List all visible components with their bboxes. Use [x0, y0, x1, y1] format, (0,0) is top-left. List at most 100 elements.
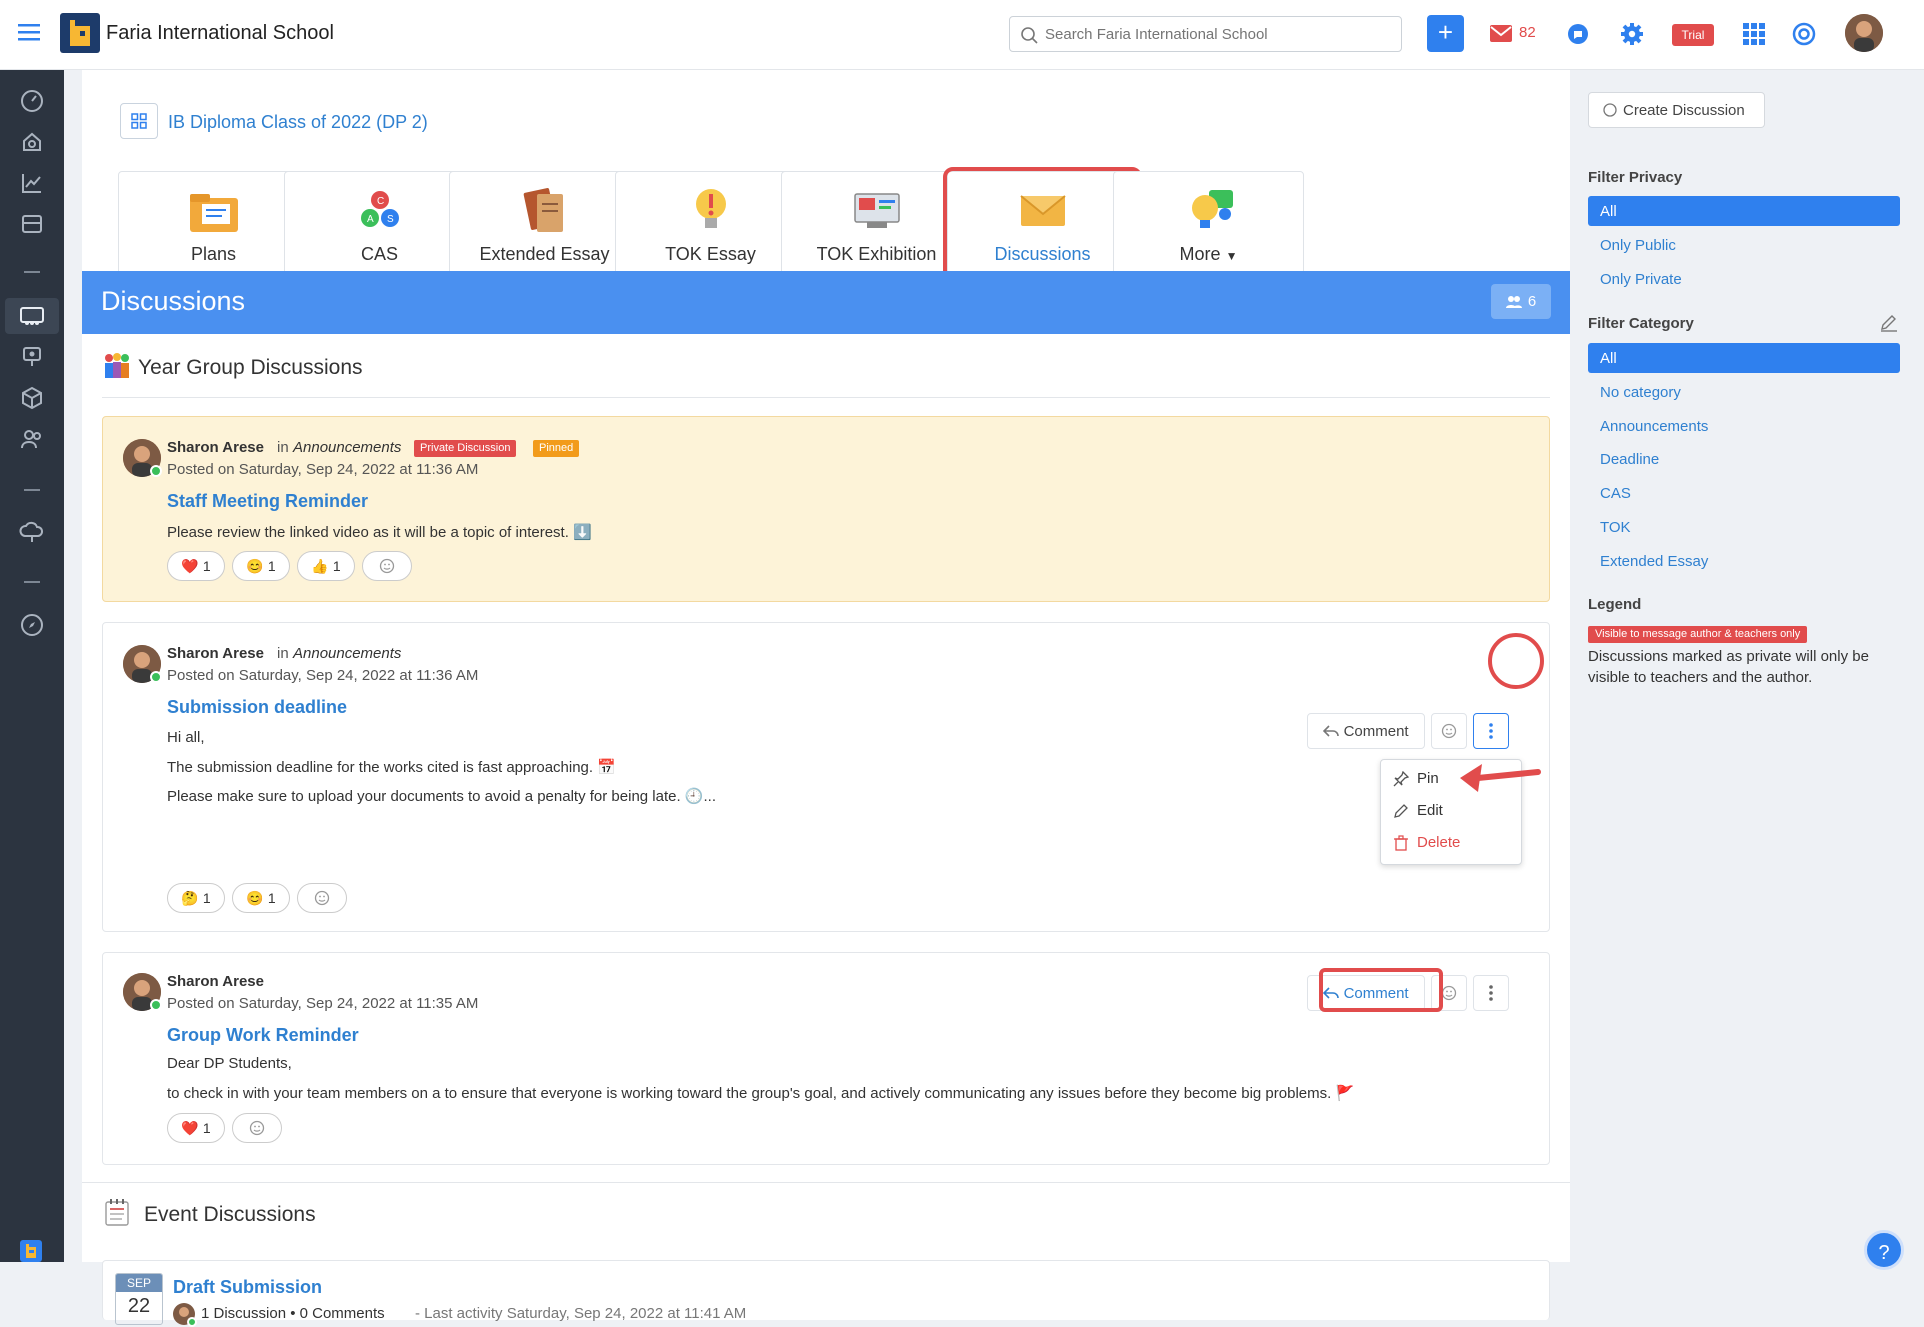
help-question-icon[interactable]: ? [1864, 1230, 1904, 1270]
privacy-option-private[interactable]: Only Private [1588, 264, 1900, 294]
online-status-dot [150, 671, 162, 683]
author-name[interactable]: Sharon Arese [167, 645, 264, 662]
add-emoji-icon [1441, 985, 1457, 1001]
cube-icon[interactable] [17, 383, 47, 413]
inbox-tray-icon[interactable] [17, 209, 47, 239]
post-body-line: Hi all, [167, 729, 205, 746]
menu-item-pin[interactable]: Pin [1393, 770, 1439, 787]
cloud-network-icon[interactable] [17, 517, 47, 547]
apps-grid-icon[interactable] [1743, 23, 1765, 45]
trial-badge[interactable]: Trial [1672, 24, 1714, 46]
category-label[interactable]: Announcements [293, 645, 401, 662]
more-options-button[interactable] [1473, 975, 1509, 1011]
event-month: SEP [116, 1274, 162, 1292]
more-options-highlight [1488, 633, 1544, 689]
tile-plans[interactable]: Plans [118, 171, 309, 280]
comment-button[interactable]: Comment [1307, 713, 1425, 749]
reaction-thumbs-up[interactable]: 👍 1 [297, 551, 355, 581]
post-body-line: to check in with your team members on a … [167, 1085, 1355, 1102]
class-name-link[interactable]: IB Diploma Class of 2022 (DP 2) [168, 112, 428, 133]
reaction-heart[interactable]: ❤️ 1 [167, 1113, 225, 1143]
privacy-option-public[interactable]: Only Public [1588, 230, 1900, 260]
discussion-post[interactable]: Sharon Arese in Announcements Private Di… [102, 416, 1550, 602]
author-name[interactable]: Sharon Arese [167, 439, 264, 456]
gear-icon[interactable] [1620, 22, 1644, 46]
edit-categories-pencil-icon[interactable] [1880, 314, 1898, 332]
add-reaction-button[interactable] [362, 551, 412, 581]
tile-tok-essay[interactable]: TOK Essay [615, 171, 806, 280]
event-title[interactable]: Draft Submission [173, 1277, 322, 1298]
compass-icon[interactable] [17, 610, 47, 640]
chat-icon[interactable] [1566, 22, 1590, 46]
event-discussion-item[interactable]: SEP 22 Draft Submission 1 Discussion • 0… [102, 1260, 1550, 1327]
search-input[interactable] [1045, 23, 1390, 45]
category-option[interactable]: CAS [1588, 478, 1900, 508]
svg-text:A: A [367, 214, 374, 225]
school-logo[interactable] [60, 13, 100, 53]
post-title[interactable]: Submission deadline [167, 697, 347, 718]
members-button[interactable]: 6 [1491, 284, 1551, 319]
search-box[interactable] [1009, 16, 1402, 52]
people-icon[interactable] [17, 424, 47, 454]
class-grid-icon[interactable] [120, 103, 158, 139]
tile-more[interactable]: More ▼ [1113, 171, 1304, 280]
category-option[interactable]: Extended Essay [1588, 546, 1900, 576]
faria-footer-logo-icon[interactable] [20, 1240, 42, 1262]
vertical-dots-icon [1489, 985, 1493, 1001]
author-name[interactable]: Sharon Arese [167, 973, 264, 990]
category-label[interactable]: Announcements [293, 439, 401, 456]
reaction-emoji: 👍 [311, 557, 329, 574]
category-option[interactable]: No category [1588, 377, 1900, 407]
user-avatar[interactable] [1845, 14, 1883, 52]
add-reaction-button[interactable] [232, 1113, 282, 1143]
category-option[interactable]: TOK [1588, 512, 1900, 542]
privacy-option-all[interactable]: All [1588, 196, 1900, 226]
tile-cas[interactable]: CAS CAS [284, 171, 475, 280]
post-title[interactable]: Staff Meeting Reminder [167, 491, 368, 512]
reaction-emoji: 😊 [246, 889, 264, 906]
reaction-heart[interactable]: ❤️ 1 [167, 551, 225, 581]
posted-date: Posted on Saturday, Sep 24, 2022 at 11:3… [167, 667, 479, 684]
category-option-all[interactable]: All [1588, 343, 1900, 373]
lightbulb-icon [683, 186, 739, 236]
reaction-thinking[interactable]: 🤔 1 [167, 883, 225, 913]
create-discussion-button[interactable]: Create Discussion [1588, 92, 1765, 128]
legend-text: Discussions marked as private will only … [1588, 648, 1869, 686]
post-body-line: Please make sure to upload your document… [167, 788, 716, 805]
post-title[interactable]: Group Work Reminder [167, 1025, 359, 1046]
help-lifebuoy-icon[interactable] [1792, 22, 1816, 46]
analytics-chart-icon[interactable] [17, 168, 47, 198]
reaction-smile[interactable]: 😊 1 [232, 551, 290, 581]
hamburger-menu-icon[interactable] [18, 22, 40, 42]
menu-item-delete[interactable]: Delete [1393, 834, 1460, 851]
svg-text:C: C [377, 196, 384, 207]
mail-icon[interactable] [1490, 25, 1512, 42]
classes-board-icon[interactable] [17, 301, 47, 331]
post-body-line: Dear DP Students, [167, 1055, 292, 1072]
reaction-count: 1 [202, 558, 211, 574]
filter-category-heading: Filter Category [1588, 315, 1694, 332]
discussions-banner: Discussions 6 [82, 271, 1570, 334]
reaction-smile[interactable]: 😊 1 [232, 883, 290, 913]
dashboard-gauge-icon[interactable] [17, 86, 47, 116]
react-button[interactable] [1431, 713, 1467, 749]
ideas-bulb-icon [1181, 186, 1237, 236]
post-body-line: The submission deadline for the works ci… [167, 759, 616, 776]
more-options-button[interactable] [1473, 713, 1509, 749]
home-icon[interactable] [17, 127, 47, 157]
create-discussion-label: Create Discussion [1623, 101, 1745, 119]
menu-item-label: Edit [1417, 802, 1443, 819]
category-option[interactable]: Deadline [1588, 444, 1900, 474]
add-button[interactable]: + [1427, 15, 1464, 52]
category-option[interactable]: Announcements [1588, 411, 1900, 441]
mail-count[interactable]: 82 [1519, 24, 1536, 41]
tile-extended-essay[interactable]: Extended Essay [449, 171, 640, 280]
comment-label: Comment [1343, 722, 1409, 740]
menu-item-edit[interactable]: Edit [1393, 802, 1443, 819]
discussion-post[interactable]: Sharon Arese in Announcements Posted on … [102, 622, 1550, 932]
add-reaction-button[interactable] [297, 883, 347, 913]
posted-date: Posted on Saturday, Sep 24, 2022 at 11:3… [167, 461, 479, 478]
sidebar-divider [24, 271, 40, 273]
posted-date: Posted on Saturday, Sep 24, 2022 at 11:3… [167, 995, 479, 1012]
teacher-presentation-icon[interactable] [17, 342, 47, 372]
